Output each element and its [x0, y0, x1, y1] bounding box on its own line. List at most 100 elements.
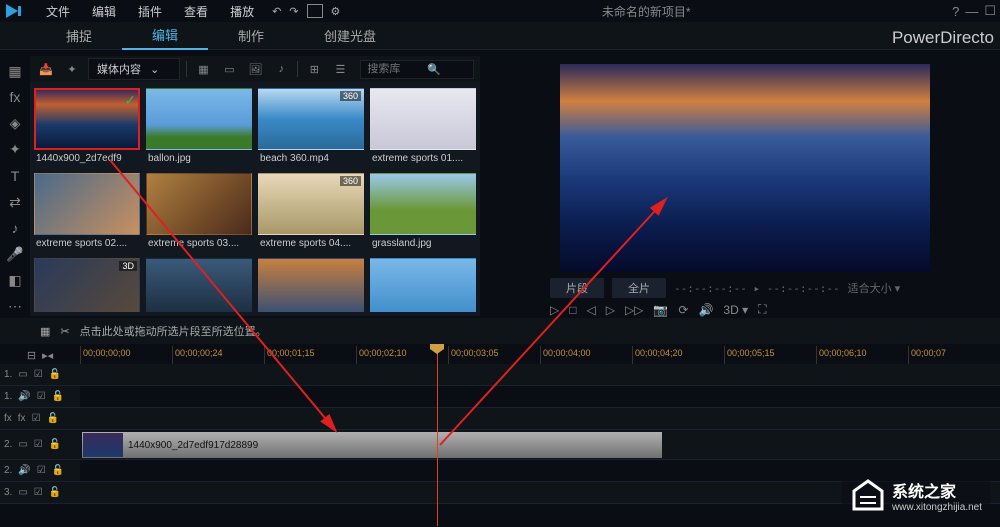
- filter-all-icon[interactable]: ▦: [193, 60, 213, 78]
- track-body[interactable]: [80, 386, 1000, 407]
- media-thumbnail[interactable]: [34, 173, 140, 235]
- fullscreen-icon[interactable]: ⛶: [758, 302, 766, 317]
- timeline-tool-icon[interactable]: ▦: [40, 325, 50, 338]
- media-item[interactable]: 360beach 360.mp4: [258, 88, 364, 167]
- timeline-split-icon[interactable]: ✂: [60, 325, 69, 338]
- undo-icon[interactable]: ↶: [272, 5, 281, 18]
- media-item[interactable]: ballon.jpg: [146, 88, 252, 167]
- aspect-icon[interactable]: [307, 4, 323, 18]
- track-header[interactable]: 2.▭☑🔓: [0, 430, 80, 459]
- redo-icon[interactable]: ↷: [289, 5, 298, 18]
- media-thumbnail[interactable]: 360: [258, 173, 364, 235]
- media-thumbnail[interactable]: [146, 88, 252, 150]
- media-item[interactable]: 3D: [34, 258, 140, 312]
- track-header[interactable]: fxfx☑🔓: [0, 408, 80, 429]
- track-visible-checkbox[interactable]: ☑: [32, 413, 41, 424]
- media-thumbnail[interactable]: [370, 173, 476, 235]
- media-thumbnail[interactable]: [258, 258, 364, 312]
- help-icon[interactable]: ?: [952, 4, 959, 19]
- fast-forward-icon[interactable]: ▷▷: [625, 303, 643, 317]
- maximize-icon[interactable]: ☐: [984, 3, 996, 19]
- preview-tab-clip[interactable]: 片段: [550, 278, 604, 298]
- timeline-ruler[interactable]: ⊟ ▸◂ 00;00;00;0000;00;00;2400;00;01;1500…: [0, 346, 1000, 364]
- particle-room-icon[interactable]: ✦: [4, 141, 26, 159]
- media-thumbnail[interactable]: ✓: [34, 88, 140, 150]
- voice-room-icon[interactable]: 🎤: [4, 245, 26, 263]
- tab-create-disc[interactable]: 创建光盘: [294, 22, 406, 49]
- preview-tab-full[interactable]: 全片: [612, 278, 666, 298]
- menu-play[interactable]: 播放: [220, 1, 264, 22]
- menu-plugins[interactable]: 插件: [128, 1, 172, 22]
- snapshot-icon[interactable]: 📷: [653, 303, 668, 317]
- track-lock-icon[interactable]: 🔓: [52, 465, 64, 476]
- stop-icon[interactable]: □: [569, 303, 576, 317]
- track-lock-icon[interactable]: 🔓: [52, 391, 64, 402]
- track-visible-checkbox[interactable]: ☑: [37, 391, 46, 402]
- track-visible-checkbox[interactable]: ☑: [34, 439, 43, 450]
- media-room-icon[interactable]: ▦: [4, 62, 26, 80]
- search-icon[interactable]: 🔍: [427, 63, 441, 76]
- preview-display[interactable]: [560, 64, 930, 272]
- track-visible-checkbox[interactable]: ☑: [37, 465, 46, 476]
- transition-room-icon[interactable]: ⇄: [4, 193, 26, 211]
- track-lock-icon[interactable]: 🔓: [47, 413, 59, 424]
- preview-3d-dropdown[interactable]: 3D ▾: [723, 303, 748, 317]
- view-grid-icon[interactable]: ⊞: [304, 60, 324, 78]
- media-item[interactable]: [258, 258, 364, 312]
- timeline-clip[interactable]: 1440x900_2d7edf917d28899: [82, 432, 662, 458]
- volume-icon[interactable]: 🔊: [698, 303, 713, 317]
- media-item[interactable]: extreme sports 02....: [34, 173, 140, 252]
- media-item[interactable]: extreme sports 01....: [370, 88, 476, 167]
- subtitle-room-icon[interactable]: ⋯: [4, 298, 26, 316]
- track-header[interactable]: 3.▭☑🔓: [0, 482, 80, 503]
- media-filter-dropdown[interactable]: 媒体内容 ⌄: [88, 58, 180, 80]
- tab-capture[interactable]: 捕捉: [36, 22, 122, 49]
- track-header[interactable]: 1.🔊☑🔓: [0, 386, 80, 407]
- pip-room-icon[interactable]: ◈: [4, 114, 26, 132]
- track-body[interactable]: [80, 364, 1000, 385]
- chapter-room-icon[interactable]: ◧: [4, 272, 26, 290]
- track-body[interactable]: [80, 408, 1000, 429]
- media-thumbnail[interactable]: 3D: [34, 258, 140, 312]
- track-lock-icon[interactable]: 🔓: [49, 487, 61, 498]
- ruler-zoom-icon[interactable]: ⊟: [27, 349, 36, 362]
- audio-room-icon[interactable]: ♪: [4, 219, 26, 237]
- media-thumbnail[interactable]: 360: [258, 88, 364, 150]
- puzzle-icon[interactable]: ✦: [62, 60, 82, 78]
- media-item[interactable]: ✓1440x900_2d7edf9: [34, 88, 140, 167]
- ruler-marker-icon[interactable]: ▸◂: [42, 349, 53, 362]
- search-box[interactable]: 🔍: [360, 60, 474, 79]
- track-header[interactable]: 2.🔊☑🔓: [0, 460, 80, 481]
- playhead-line[interactable]: [437, 346, 438, 526]
- media-thumbnail[interactable]: [146, 173, 252, 235]
- prev-frame-icon[interactable]: ◁: [586, 303, 595, 317]
- media-thumbnail[interactable]: [146, 258, 252, 312]
- media-item[interactable]: extreme sports 03....: [146, 173, 252, 252]
- minimize-icon[interactable]: —: [965, 4, 978, 19]
- menu-file[interactable]: 文件: [36, 1, 80, 22]
- menu-edit[interactable]: 编辑: [82, 1, 126, 22]
- title-room-icon[interactable]: T: [4, 167, 26, 185]
- track-body[interactable]: 1440x900_2d7edf917d28899: [80, 430, 1000, 459]
- track-visible-checkbox[interactable]: ☑: [34, 487, 43, 498]
- filter-video-icon[interactable]: ▭: [219, 60, 239, 78]
- media-thumbnail[interactable]: [370, 88, 476, 150]
- menu-view[interactable]: 查看: [174, 1, 218, 22]
- track-lock-icon[interactable]: 🔓: [49, 439, 61, 450]
- media-item[interactable]: grassland.jpg: [370, 173, 476, 252]
- media-item[interactable]: 360extreme sports 04....: [258, 173, 364, 252]
- tab-edit[interactable]: 编辑: [122, 21, 208, 50]
- track-header[interactable]: 1.▭☑🔓: [0, 364, 80, 385]
- view-menu-icon[interactable]: ☰: [330, 60, 350, 78]
- next-frame-icon[interactable]: ▷: [606, 303, 615, 317]
- search-input[interactable]: [367, 63, 427, 75]
- filter-audio-icon[interactable]: ♪: [271, 60, 291, 78]
- import-icon[interactable]: 📥: [36, 60, 56, 78]
- playhead-handle-icon[interactable]: [430, 344, 444, 354]
- settings-gear-icon[interactable]: ⚙: [331, 5, 341, 18]
- track-lock-icon[interactable]: 🔓: [49, 369, 61, 380]
- tab-produce[interactable]: 制作: [208, 22, 294, 49]
- filter-image-icon[interactable]: 🖼: [245, 60, 265, 78]
- play-icon[interactable]: ▷: [550, 303, 559, 317]
- preview-fit-dropdown[interactable]: 适合大小 ▾: [848, 280, 901, 296]
